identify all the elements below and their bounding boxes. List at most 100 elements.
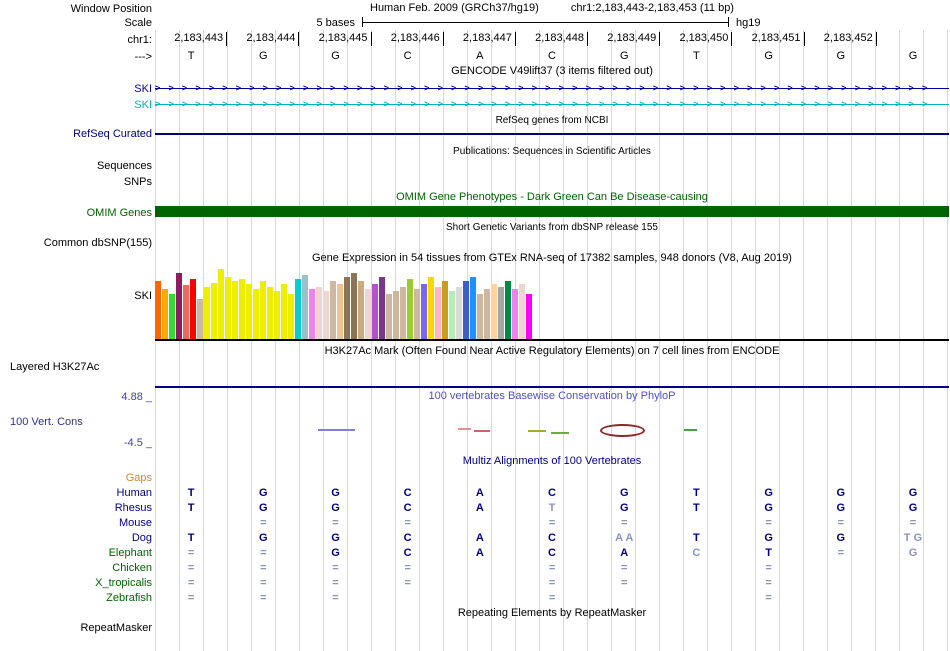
gene-label-ski-1[interactable]: SKI <box>0 82 152 96</box>
species-label-rhesus[interactable]: Rhesus <box>0 501 152 515</box>
gtex-expression-bar[interactable] <box>239 279 245 339</box>
gtex-expression-bar[interactable] <box>190 279 196 339</box>
gtex-expression-bar[interactable] <box>344 277 350 339</box>
gtex-expression-bar[interactable] <box>218 269 224 339</box>
alignment-row-zebrafish[interactable]: = = = = = <box>155 591 949 606</box>
track-label-refseq-curated[interactable]: RefSeq Curated <box>0 127 152 141</box>
gtex-expression-bar[interactable] <box>512 289 518 339</box>
species-label-elephant[interactable]: Elephant <box>0 546 152 560</box>
gtex-expression-bar[interactable] <box>183 285 189 339</box>
gtex-expression-bar[interactable] <box>288 294 294 339</box>
gtex-expression-bar[interactable] <box>372 284 378 339</box>
gtex-expression-bar[interactable] <box>456 287 462 339</box>
track-title-omim[interactable]: OMIM Gene Phenotypes - Dark Green Can Be… <box>155 191 949 204</box>
gtex-expression-bar[interactable] <box>505 281 511 339</box>
gtex-bar-chart[interactable] <box>155 269 949 339</box>
gtex-expression-bar[interactable] <box>449 291 455 339</box>
species-label-dog[interactable]: Dog <box>0 531 152 545</box>
track-title-phylop[interactable]: 100 vertebrates Basewise Conservation by… <box>155 390 949 403</box>
track-label-layered-h3k27ac[interactable]: Layered H3K27Ac <box>10 360 99 374</box>
gtex-expression-bar[interactable] <box>267 287 273 339</box>
alignment-row-gaps[interactable] <box>155 471 949 486</box>
track-title-refseq[interactable]: RefSeq genes from NCBI <box>155 114 949 127</box>
gtex-expression-bar[interactable] <box>253 289 259 339</box>
gtex-expression-bar[interactable] <box>400 287 406 339</box>
alignment-row-x_tropicalis[interactable]: = = = = = = = <box>155 576 949 591</box>
track-title-multiz[interactable]: Multiz Alignments of 100 Vertebrates <box>155 455 949 468</box>
alignment-row-human[interactable]: TGGCACGTGGG <box>155 486 949 501</box>
gtex-expression-bar[interactable] <box>169 294 175 339</box>
track-title-publications[interactable]: Publications: Sequences in Scientific Ar… <box>155 145 949 158</box>
gtex-expression-bar[interactable] <box>365 289 371 339</box>
track-title-repeatmasker[interactable]: Repeating Elements by RepeatMasker <box>155 607 949 620</box>
track-title-gtex[interactable]: Gene Expression in 54 tissues from GTEx … <box>155 252 949 265</box>
gencode-gene-line-1[interactable]: >>>>>>>>>>>>>>>>>>>>>>>>>>>>>>>>>>>>>>>>… <box>155 82 949 95</box>
conservation-track[interactable] <box>155 405 949 447</box>
gtex-expression-bar[interactable] <box>498 287 504 339</box>
gtex-expression-bar[interactable] <box>246 284 252 339</box>
conservation-mark[interactable] <box>458 428 471 430</box>
gtex-expression-bar[interactable] <box>162 289 168 339</box>
track-title-gencode[interactable]: GENCODE V49lift37 (3 items filtered out) <box>155 65 949 78</box>
gtex-expression-bar[interactable] <box>421 284 427 339</box>
coordinate-ruler[interactable]: 2,183,443 2,183,444 2,183,445 2,183,446 2,18… <box>155 32 949 46</box>
gtex-expression-bar[interactable] <box>204 287 210 339</box>
refseq-gene-line[interactable] <box>155 133 949 135</box>
gtex-expression-bar[interactable] <box>232 281 238 339</box>
conservation-mark[interactable] <box>474 430 490 432</box>
gencode-gene-line-2[interactable]: >>>>>>>>>>>>>>>>>>>>>>>>>>>>>>>>>>>>>>>>… <box>155 98 949 111</box>
gtex-expression-bar[interactable] <box>414 289 420 339</box>
gtex-expression-bar[interactable] <box>302 275 308 339</box>
gtex-expression-bar[interactable] <box>197 299 203 339</box>
track-label-common-dbsnp[interactable]: Common dbSNP(155) <box>0 236 152 250</box>
gtex-expression-bar[interactable] <box>260 281 266 339</box>
track-label-repeatmasker[interactable]: RepeatMasker <box>0 621 152 635</box>
gtex-expression-bar[interactable] <box>155 281 161 339</box>
gtex-expression-bar[interactable] <box>337 284 343 339</box>
gtex-expression-bar[interactable] <box>309 289 315 339</box>
gtex-expression-bar[interactable] <box>379 277 385 339</box>
track-label-snps[interactable]: SNPs <box>0 175 152 189</box>
alignment-row-chicken[interactable]: = = = = = = = <box>155 561 949 576</box>
gtex-expression-bar[interactable] <box>470 277 476 339</box>
conservation-mark[interactable] <box>551 432 569 434</box>
conservation-mark[interactable] <box>684 429 697 431</box>
track-title-dbsnp[interactable]: Short Genetic Variants from dbSNP releas… <box>155 221 949 234</box>
gtex-expression-bar[interactable] <box>519 284 525 339</box>
gtex-expression-bar[interactable] <box>225 277 231 339</box>
alignment-row-dog[interactable]: TGGCACA ATGGT G <box>155 531 949 546</box>
gtex-expression-bar[interactable] <box>393 291 399 339</box>
gtex-expression-bar[interactable] <box>407 279 413 339</box>
species-label-chicken[interactable]: Chicken <box>0 561 152 575</box>
gtex-expression-bar[interactable] <box>463 281 469 339</box>
species-label-x_tropicalis[interactable]: X_tropicalis <box>0 576 152 590</box>
gene-label-ski-2[interactable]: SKI <box>0 98 152 112</box>
gtex-expression-bar[interactable] <box>428 277 434 339</box>
gtex-expression-bar[interactable] <box>295 279 301 339</box>
conservation-mark[interactable] <box>600 424 645 437</box>
species-label-zebrafish[interactable]: Zebrafish <box>0 591 152 605</box>
conservation-mark[interactable] <box>528 430 546 432</box>
alignment-row-mouse[interactable]: = = = = = = = = <box>155 516 949 531</box>
conservation-mark[interactable] <box>318 429 355 431</box>
gtex-expression-bar[interactable] <box>484 289 490 339</box>
gtex-expression-bar[interactable] <box>491 284 497 339</box>
gtex-expression-bar[interactable] <box>351 273 357 339</box>
species-label-human[interactable]: Human <box>0 486 152 500</box>
gtex-expression-bar[interactable] <box>477 294 483 339</box>
track-label-gtex-ski[interactable]: SKI <box>0 289 152 303</box>
gtex-expression-bar[interactable] <box>330 281 336 339</box>
gtex-expression-bar[interactable] <box>323 291 329 339</box>
species-label-mouse[interactable]: Mouse <box>0 516 152 530</box>
alignment-row-rhesus[interactable]: TGGCATGTGGG <box>155 501 949 516</box>
gtex-expression-bar[interactable] <box>526 294 532 339</box>
gtex-expression-bar[interactable] <box>176 273 182 339</box>
gtex-expression-bar[interactable] <box>211 283 217 339</box>
track-label-sequences[interactable]: Sequences <box>0 159 152 173</box>
omim-gene-bar[interactable] <box>155 206 949 217</box>
gtex-expression-bar[interactable] <box>281 284 287 339</box>
track-label-omim-genes[interactable]: OMIM Genes <box>0 206 152 220</box>
gtex-expression-bar[interactable] <box>435 287 441 339</box>
alignment-row-elephant[interactable]: = = G C A C A C T = G <box>155 546 949 561</box>
species-label-gaps[interactable]: Gaps <box>0 471 152 485</box>
